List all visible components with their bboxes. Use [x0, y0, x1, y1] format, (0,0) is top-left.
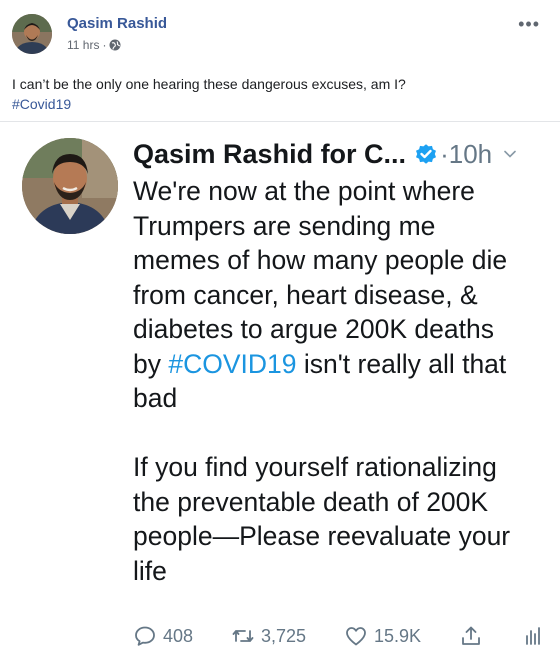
meta-separator: · — [102, 38, 107, 52]
tweet-action-bar: 408 3,725 15.9K — [133, 619, 545, 653]
post-hashtag[interactable]: #Covid19 — [12, 94, 406, 114]
tweet-line: the preventable death of 200K — [133, 486, 489, 517]
chevron-down-icon[interactable] — [502, 146, 518, 162]
post-meta: 11 hrs · — [67, 38, 121, 52]
tweet-hashtag[interactable]: #COVID19 — [168, 349, 296, 379]
tweet-line: memes of how many people die — [133, 245, 508, 275]
tweet-line: by #COVID19 isn't really all that — [133, 347, 548, 382]
tweet-line: diabetes to argue 200K deaths — [133, 314, 494, 344]
tweet-text-fragment: by — [133, 348, 169, 379]
retweet-count: 3,725 — [261, 625, 307, 646]
globe-icon — [109, 39, 121, 51]
tweet-line: from cancer, heart disease, & — [133, 279, 478, 310]
tweet-text: We're now at the point where Trumpers ar… — [133, 174, 548, 588]
share-icon — [462, 626, 480, 645]
heart-icon — [346, 627, 366, 646]
reply-count: 408 — [163, 625, 194, 646]
post-body: I can’t be the only one hearing these da… — [12, 76, 406, 92]
analytics-icon — [526, 627, 540, 645]
post-time[interactable]: 11 hrs — [67, 38, 99, 52]
author-name[interactable]: Qasim Rashid — [67, 15, 167, 32]
facebook-post-header: Qasim Rashid 11 hrs · ••• I can’t be the… — [0, 0, 560, 122]
tweet-author-avatar — [22, 138, 118, 234]
reply-button[interactable]: 408 — [133, 624, 193, 648]
post-text: I can’t be the only one hearing these da… — [12, 74, 406, 114]
tweet-line: We're now at the point where — [133, 176, 475, 206]
tweet-display-name[interactable]: Qasim Rashid for C... — [133, 139, 406, 170]
analytics-button[interactable] — [521, 624, 545, 648]
like-button[interactable]: 15.9K — [344, 624, 421, 648]
verified-badge-icon — [416, 144, 437, 164]
tweet-line: life — [133, 555, 167, 586]
reply-icon — [135, 626, 155, 646]
tweet-line: Trumpers are sending me — [133, 210, 436, 241]
tweet-line: people—Please reevaluate your — [133, 521, 511, 551]
tweet-time[interactable]: 10h — [449, 139, 492, 170]
tweet-line: bad — [133, 383, 178, 413]
retweet-icon — [232, 630, 254, 642]
share-button[interactable] — [459, 624, 483, 648]
author-avatar[interactable] — [12, 14, 52, 54]
tweet-text-fragment: isn't really all that — [296, 348, 507, 379]
retweet-button[interactable]: 3,725 — [231, 624, 306, 648]
tweet-line: If you find yourself rationalizing — [133, 452, 497, 482]
tweet-header: Qasim Rashid for C... · 10h — [133, 136, 518, 172]
tweet-screenshot: Qasim Rashid for C... · 10h We're now at… — [0, 122, 560, 662]
tweet-separator: · — [440, 138, 449, 169]
like-count: 15.9K — [374, 625, 422, 646]
more-options-icon[interactable]: ••• — [518, 14, 540, 35]
